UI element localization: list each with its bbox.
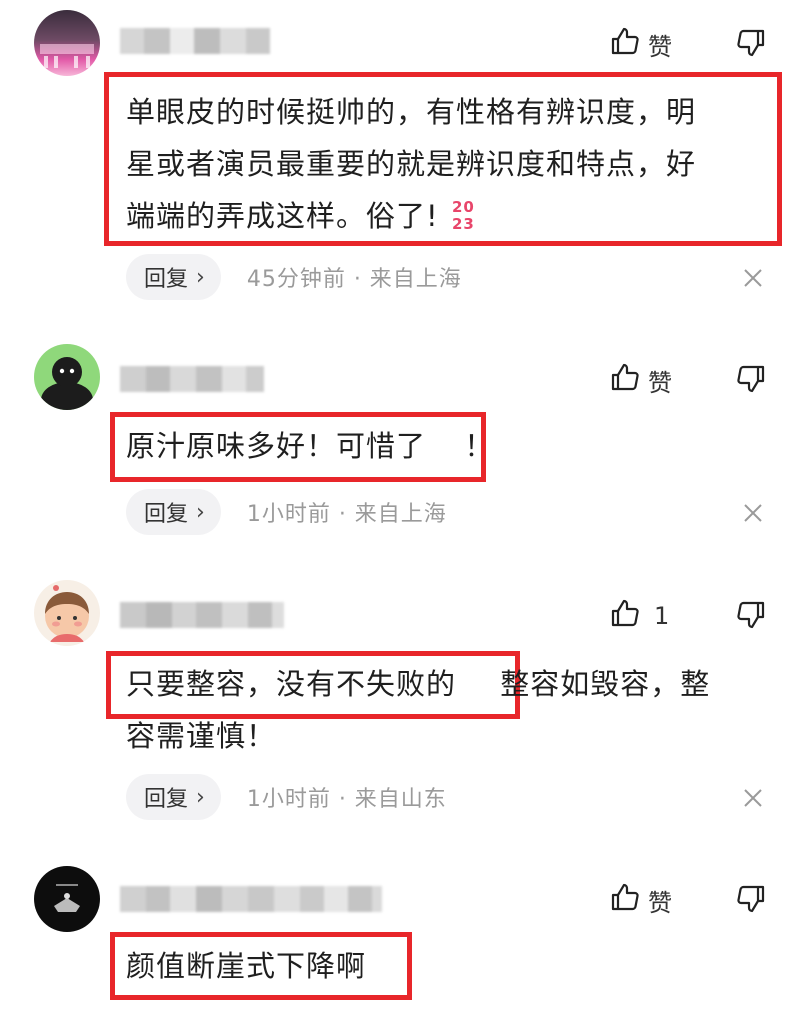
like-label: 赞 — [648, 888, 672, 917]
thumbs-up-icon — [610, 882, 640, 918]
avatar[interactable] — [34, 866, 100, 932]
dislike-button[interactable] — [736, 884, 766, 918]
username[interactable] — [120, 886, 382, 912]
thumbs-down-icon — [736, 885, 766, 918]
comment-text: 颜值断崖式下降啊 — [126, 940, 760, 992]
comment-item: 赞 颜值断崖式下降啊 — [0, 0, 800, 1011]
comment-text-fragment: 颜值断崖式下降啊 — [126, 949, 367, 983]
like-button[interactable]: 赞 — [610, 882, 672, 918]
